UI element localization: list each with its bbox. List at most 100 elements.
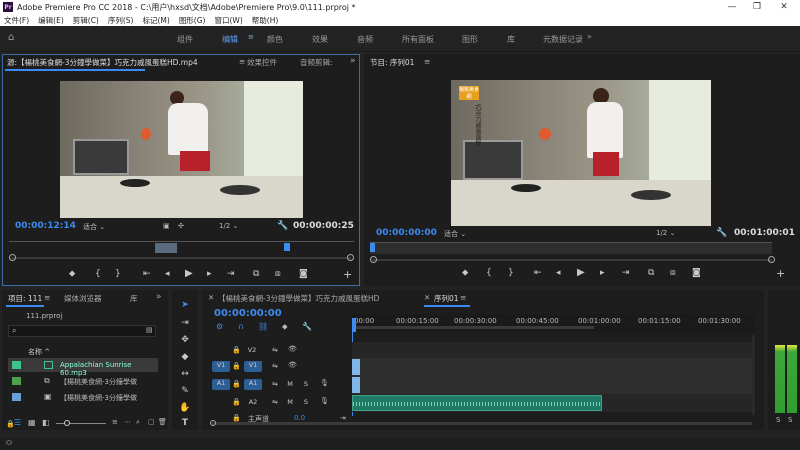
menu-window[interactable]: 窗口(W) (214, 15, 242, 26)
maximize-icon[interactable]: ❐ (745, 0, 769, 14)
menu-file[interactable]: 文件(F) (4, 15, 29, 26)
master-volume[interactable]: 0.0 (294, 414, 305, 422)
microphone-icon[interactable]: 🎙 (320, 379, 329, 387)
icon-view-icon[interactable]: ▦ (28, 418, 36, 427)
go-to-out-icon[interactable]: ⇥ (227, 269, 235, 279)
eye-icon[interactable]: 👁 (288, 345, 297, 353)
tab-source-menu-icon[interactable]: ≡ (239, 57, 245, 73)
microphone-icon[interactable]: 🎙 (320, 397, 329, 405)
workspace-graphics[interactable]: 图形 (462, 34, 478, 45)
menu-graphics[interactable]: 图形(G) (179, 15, 206, 26)
menu-marker[interactable]: 标记(M) (142, 15, 169, 26)
wrench-icon[interactable]: 🔧 (277, 221, 288, 231)
source-insert-icon[interactable]: ▣ (163, 222, 170, 230)
mark-out-icon[interactable]: } (508, 268, 514, 278)
type-tool-icon[interactable]: T (178, 418, 192, 430)
list-view-icon[interactable]: ☰ (14, 418, 21, 427)
work-area-bar[interactable] (352, 326, 594, 329)
timeline-settings-icon[interactable]: 🔧 (302, 322, 312, 331)
solo-left-button[interactable]: S (776, 416, 780, 424)
tab-effect-controls[interactable]: 效果控件 (247, 57, 277, 73)
source-zoom-bar[interactable] (11, 257, 351, 259)
camera-icon[interactable]: ◙ (692, 268, 701, 278)
go-to-in-icon[interactable]: ⇤ (534, 268, 542, 278)
workspace-all-panels[interactable]: 所有面板 (402, 34, 434, 45)
go-to-end-icon[interactable]: ⇥ (340, 414, 346, 422)
workspace-libraries[interactable]: 库 (507, 34, 515, 45)
workspace-assembly[interactable]: 组件 (177, 34, 193, 45)
step-forward-icon[interactable]: ▸ (207, 269, 212, 279)
video-clip[interactable] (352, 359, 360, 375)
source-timecode[interactable]: 00:00:12:14 (15, 221, 76, 231)
track-select-tool-icon[interactable]: ⇥ (178, 318, 192, 330)
tab-libraries[interactable]: 库 (130, 293, 138, 309)
source-zoom-handle-right[interactable] (347, 254, 354, 261)
timeline-ruler[interactable]: 00:00 00:00:15:00 00:00:30:00 00:00:45:0… (352, 314, 754, 332)
play-icon[interactable]: ▶ (185, 268, 193, 279)
selection-tool-icon[interactable]: ➤ (178, 300, 192, 312)
close-icon[interactable]: ✕ (772, 0, 796, 14)
solo-right-button[interactable]: S (788, 416, 792, 424)
workspace-menu-icon[interactable]: ≡ (248, 33, 254, 41)
track-lane-v1[interactable] (352, 358, 752, 376)
program-fit-dropdown[interactable]: 适合 ⌄ (444, 229, 466, 239)
menu-help[interactable]: 帮助(H) (252, 15, 279, 26)
lock-icon[interactable]: 🔒 (232, 346, 241, 354)
track-label-v1[interactable]: V1 (244, 361, 262, 372)
workspace-color[interactable]: 颜色 (267, 34, 283, 45)
lock-icon[interactable]: 🔒 (232, 380, 241, 388)
zoom-slider-handle[interactable] (64, 420, 70, 426)
source-zoom-handle-left[interactable] (9, 254, 16, 261)
tab-program-menu-icon[interactable]: ≡ (424, 57, 430, 73)
source-patch-v1[interactable]: V1 (212, 361, 230, 372)
insert-icon[interactable]: ⧉ (253, 269, 259, 279)
source-time-ruler[interactable] (9, 241, 354, 255)
sync-lock-icon[interactable]: ⇋ (272, 362, 278, 370)
tab-program[interactable]: 节目: 序列01 (370, 57, 414, 73)
camera-icon[interactable]: ◙ (299, 269, 308, 279)
workspace-editing[interactable]: 编辑 (222, 34, 238, 45)
trash-icon[interactable]: 🗑 (158, 418, 167, 426)
automate-icon[interactable]: ⋯ (124, 418, 131, 426)
audio-clip-a2[interactable] (352, 395, 602, 411)
sync-lock-icon[interactable]: ⇋ (272, 346, 278, 354)
more-panels-icon[interactable]: » (350, 56, 356, 72)
eye-icon[interactable]: 👁 (288, 361, 297, 369)
nest-icon[interactable]: ⚙ (216, 322, 223, 331)
source-playhead[interactable] (284, 243, 290, 251)
track-lane-a1[interactable] (352, 376, 752, 394)
razor-tool-icon[interactable]: ◆ (178, 352, 192, 364)
go-to-in-icon[interactable]: ⇤ (143, 269, 151, 279)
track-lane-a2[interactable] (352, 394, 752, 412)
snap-icon[interactable]: ∩ (238, 322, 244, 331)
mute-button[interactable]: M (286, 398, 294, 406)
lock-icon[interactable]: 🔒 (232, 414, 241, 422)
step-back-icon[interactable]: ◂ (165, 269, 170, 279)
wrench-icon[interactable]: 🔧 (716, 228, 727, 238)
add-marker-icon[interactable]: ⬥ (282, 322, 288, 332)
timeline-v-scrollbar[interactable] (752, 335, 755, 415)
lift-icon[interactable]: ⧉ (648, 268, 654, 278)
slip-tool-icon[interactable]: ↔ (178, 369, 192, 381)
tab-source-sequence[interactable]: 【楊桃美食網-3分鐘學做菜】巧克力戚風蛋糕HD (218, 293, 418, 309)
menu-edit[interactable]: 编辑(E) (38, 15, 64, 26)
project-item[interactable]: ⧉ 【楊桃美食網-3分鐘學做 (8, 374, 158, 388)
sort-icon[interactable]: ≡ (112, 418, 118, 426)
workspace-effects[interactable]: 效果 (312, 34, 328, 45)
timeline-playhead[interactable] (352, 318, 356, 332)
go-to-out-icon[interactable]: ⇥ (622, 268, 630, 278)
play-icon[interactable]: ▶ (577, 267, 585, 278)
pen-tool-icon[interactable]: ✎ (178, 386, 192, 398)
tab-project-menu-icon[interactable]: ≡ (44, 293, 50, 309)
timeline-h-scrollbar[interactable] (212, 422, 752, 425)
mark-in-icon[interactable]: { (95, 269, 101, 279)
new-item-icon[interactable]: ▢ (148, 418, 155, 426)
freeform-view-icon[interactable]: ◧ (42, 418, 50, 427)
program-playhead[interactable] (370, 243, 375, 252)
lock-icon[interactable]: 🔒 (232, 362, 241, 370)
tab-audio-clip-mixer[interactable]: 音频剪辑: (300, 57, 333, 73)
program-time-ruler[interactable] (370, 242, 772, 254)
add-button-icon[interactable]: + (343, 268, 352, 281)
program-resolution-dropdown[interactable]: 1/2 ⌄ (656, 229, 675, 237)
hand-tool-icon[interactable]: ✋ (178, 403, 192, 415)
